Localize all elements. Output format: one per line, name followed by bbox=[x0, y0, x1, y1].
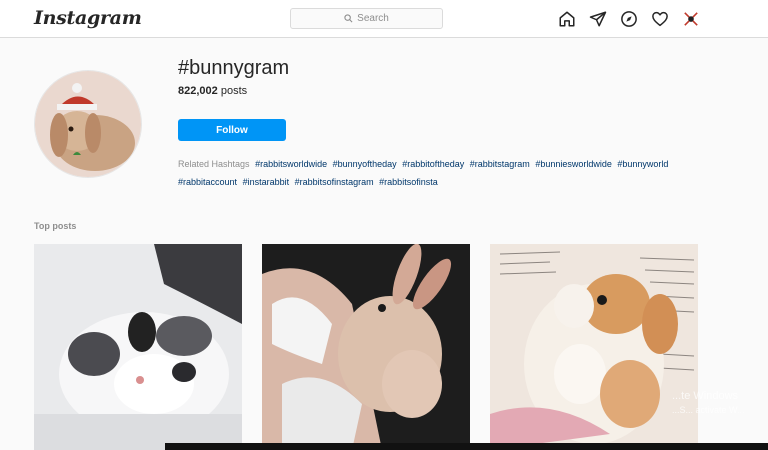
post-count-number: 822,002 bbox=[178, 85, 218, 97]
related-hashtag-link[interactable]: #bunnyworld bbox=[617, 159, 668, 169]
post-count-suffix: posts bbox=[220, 85, 248, 97]
top-post-2[interactable] bbox=[262, 244, 470, 450]
top-posts-heading: Top posts bbox=[34, 221, 77, 231]
search-icon bbox=[344, 14, 353, 23]
related-hashtag-link[interactable]: #rabbitstagram bbox=[470, 159, 530, 169]
related-hashtag-link[interactable]: #rabbitsofinsta bbox=[379, 177, 438, 187]
related-hashtag-link[interactable]: #rabbitaccount bbox=[178, 177, 237, 187]
hashtag-title: #bunnygram bbox=[178, 57, 290, 79]
watermark-line-1: ...te Windows bbox=[672, 390, 739, 402]
hashtag-profile-image bbox=[34, 70, 142, 178]
related-hashtag-link[interactable]: #instarabbit bbox=[243, 177, 290, 187]
watermark-line-2: ...S... activate W... bbox=[672, 405, 745, 415]
related-hashtags-label: Related Hashtags bbox=[178, 159, 250, 169]
follow-button[interactable]: Follow bbox=[178, 119, 286, 141]
top-post-3[interactable] bbox=[490, 244, 698, 450]
related-hashtag-link[interactable]: #bunniesworldwide bbox=[535, 159, 612, 169]
top-navigation-bar: Instagram Search bbox=[0, 0, 768, 38]
home-icon[interactable] bbox=[557, 9, 577, 29]
profile-avatar-icon[interactable] bbox=[681, 9, 701, 29]
windows-activation-watermark: ...te Windows ...S... activate W... bbox=[672, 389, 745, 417]
related-hashtag-link[interactable]: #bunnyoftheday bbox=[333, 159, 397, 169]
direct-icon[interactable] bbox=[588, 9, 608, 29]
related-hashtag-link[interactable]: #rabbitsofinstagram bbox=[295, 177, 374, 187]
search-placeholder: Search bbox=[357, 13, 389, 24]
instagram-logo[interactable]: Instagram bbox=[34, 7, 142, 29]
search-input[interactable]: Search bbox=[290, 8, 443, 29]
explore-icon[interactable] bbox=[619, 9, 639, 29]
post-count: 822,002 posts bbox=[178, 85, 247, 97]
os-taskbar bbox=[165, 443, 768, 450]
related-hashtags: Related Hashtags #rabbitsworldwide #bunn… bbox=[178, 155, 718, 191]
nav-icons bbox=[557, 9, 701, 29]
related-hashtag-link[interactable]: #rabbitsworldwide bbox=[255, 159, 327, 169]
activity-heart-icon[interactable] bbox=[650, 9, 670, 29]
top-post-1[interactable] bbox=[34, 244, 242, 450]
related-hashtag-link[interactable]: #rabbitoftheday bbox=[402, 159, 464, 169]
